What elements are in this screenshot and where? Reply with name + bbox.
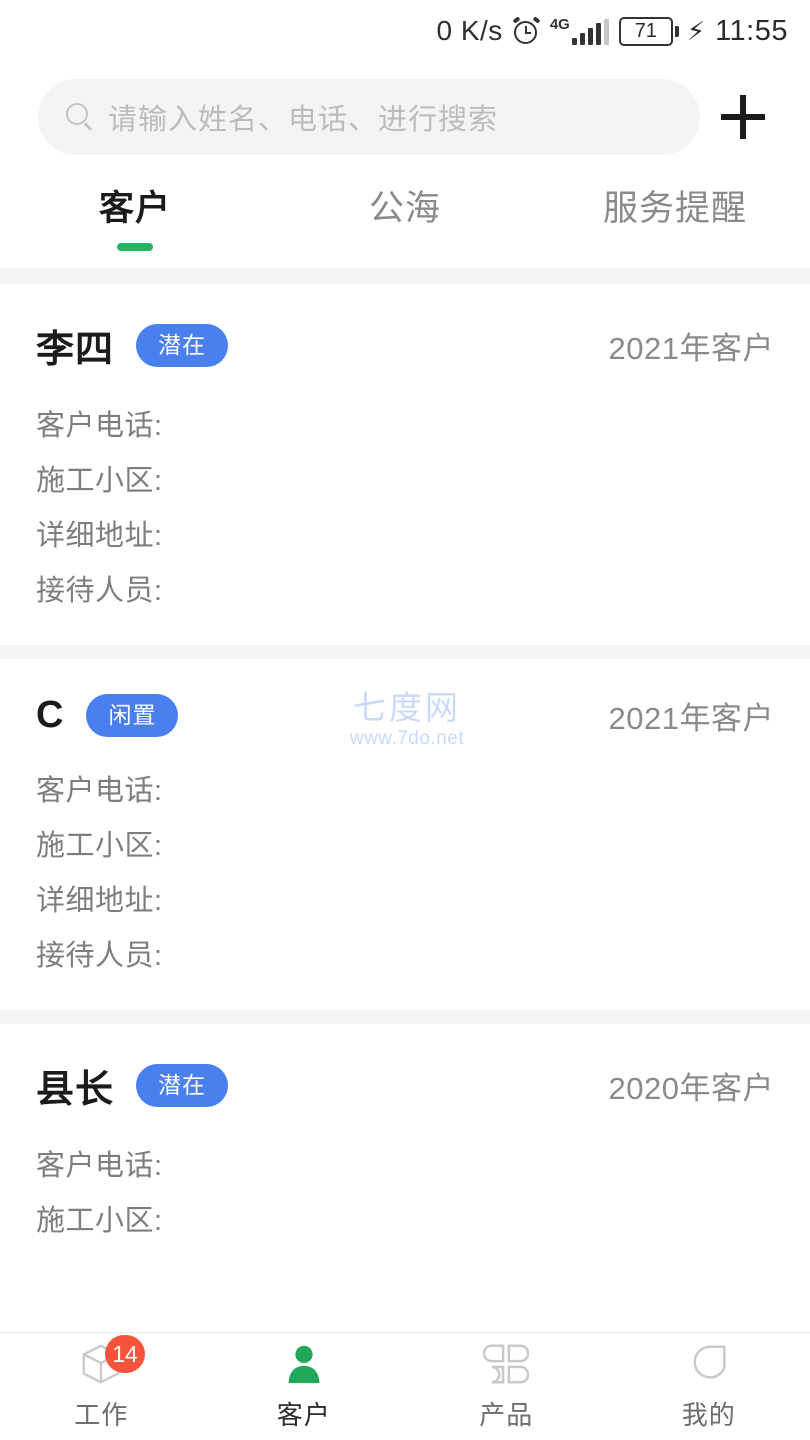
battery-icon: 71 (618, 16, 679, 46)
network-speed: 0 K/s (436, 15, 503, 46)
status-badge: 潜在 (136, 324, 229, 367)
customer-name: 李四 (36, 329, 115, 371)
work-badge-count: 14 (105, 1335, 145, 1373)
card-divider (0, 645, 810, 659)
field-community: 施工小区: (36, 830, 163, 862)
field-receptionist: 接待人员: (36, 575, 163, 607)
customer-year: 2021年客户 (608, 701, 774, 736)
customer-fields: 客户电话: 施工小区: 详细地址: 接待人员: (36, 399, 774, 619)
field-receptionist: 接待人员: (36, 940, 163, 972)
nav-item-work[interactable]: 14 工作 (0, 1333, 203, 1440)
customer-name: 县长 (36, 1069, 115, 1111)
search-input[interactable]: 请输入姓名、电话、进行搜索 (38, 79, 700, 155)
person-icon (281, 1341, 327, 1387)
search-placeholder: 请输入姓名、电话、进行搜索 (108, 104, 499, 136)
nav-label: 产品 (479, 1400, 534, 1430)
customer-card[interactable]: C 闲置 2021年客户 客户电话: 施工小区: 详细地址: 接待人员: (0, 659, 810, 1010)
tab-active-indicator (117, 243, 153, 251)
field-phone: 客户电话: (36, 410, 163, 442)
tab-label: 服务提醒 (602, 189, 747, 228)
card-divider (0, 1010, 810, 1024)
droplet-icon (686, 1341, 732, 1387)
tab-service-reminder[interactable]: 服务提醒 (540, 172, 810, 268)
field-phone: 客户电话: (36, 1150, 163, 1182)
signal-strength-icon: 4G (550, 17, 609, 45)
customer-year: 2020年客户 (608, 1071, 774, 1106)
customer-card-header: C 闲置 2021年客户 (36, 693, 774, 738)
customer-card-header: 李四 潜在 2021年客户 (36, 318, 774, 373)
tab-customers[interactable]: 客户 (0, 172, 270, 268)
customer-name: C (36, 694, 65, 736)
tab-public-pool[interactable]: 公海 (270, 172, 540, 268)
tab-bar: 客户 公海 服务提醒 (0, 172, 810, 268)
alarm-clock-icon (512, 15, 541, 45)
search-icon (66, 103, 94, 131)
status-badge: 潜在 (136, 1064, 229, 1107)
tab-label: 公海 (368, 189, 441, 228)
nav-item-profile[interactable]: 我的 (608, 1333, 810, 1440)
customer-year: 2021年客户 (608, 331, 774, 366)
charging-bolt-icon: ⚡ (686, 16, 706, 46)
nav-label: 客户 (276, 1400, 331, 1430)
customer-list: 李四 潜在 2021年客户 客户电话: 施工小区: 详细地址: 接待人员: C … (0, 284, 810, 1275)
customer-card[interactable]: 县长 潜在 2020年客户 客户电话: 施工小区: (0, 1024, 810, 1275)
nav-item-products[interactable]: 产品 (405, 1333, 608, 1440)
box-icon: 14 (78, 1335, 145, 1387)
tab-label: 客户 (98, 189, 171, 228)
field-community: 施工小区: (36, 465, 163, 497)
search-row: 请输入姓名、电话、进行搜索 (0, 62, 810, 172)
app-root: 0 K/s 4G 71 ⚡ 11:55 请输入姓名、电话、进行搜索 客户 公海 … (0, 0, 810, 1440)
field-address: 详细地址: (36, 885, 163, 917)
field-phone: 客户电话: (36, 775, 163, 807)
nav-label: 我的 (681, 1400, 736, 1430)
clock-time: 11:55 (715, 14, 788, 47)
nav-item-customers[interactable]: 客户 (203, 1333, 406, 1440)
battery-level: 71 (634, 20, 657, 42)
section-divider (0, 268, 810, 284)
customer-card[interactable]: 李四 潜在 2021年客户 客户电话: 施工小区: 详细地址: 接待人员: (0, 284, 810, 645)
customer-fields: 客户电话: 施工小区: (36, 1139, 774, 1249)
field-address: 详细地址: (36, 520, 163, 552)
add-customer-button[interactable] (700, 74, 786, 160)
status-badge: 闲置 (86, 694, 179, 737)
status-bar: 0 K/s 4G 71 ⚡ 11:55 (0, 0, 810, 62)
grid-flower-icon (483, 1341, 530, 1387)
bottom-navigation: 14 工作 客户 产品 我的 (0, 1332, 810, 1440)
field-community: 施工小区: (36, 1205, 163, 1237)
customer-fields: 客户电话: 施工小区: 详细地址: 接待人员: (36, 764, 774, 984)
network-type-label: 4G (549, 16, 570, 33)
customer-card-header: 县长 潜在 2020年客户 (36, 1058, 774, 1113)
nav-label: 工作 (74, 1400, 129, 1430)
